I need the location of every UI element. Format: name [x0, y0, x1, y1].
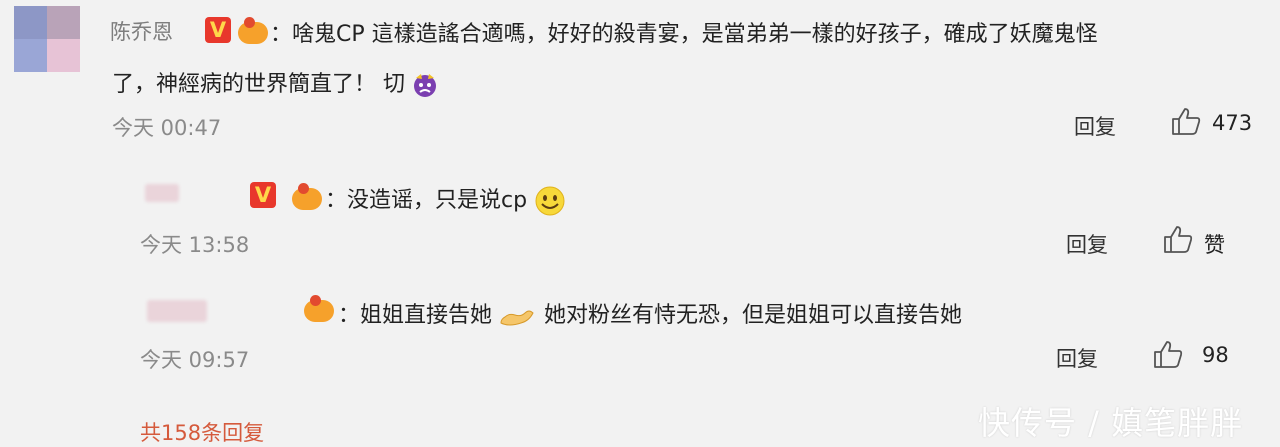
reply-button[interactable]: 回复	[1056, 343, 1098, 373]
avatar-tile	[47, 39, 80, 72]
reply-text-after: 她对粉丝有恃无恐，但是姐姐可以直接告她	[544, 303, 963, 328]
avatar-tile	[14, 39, 47, 72]
thumbs-up-icon[interactable]	[1162, 224, 1194, 254]
comment-text-continued: 了，神經病的世界簡直了！ 切	[112, 66, 438, 98]
verified-badge-icon: V	[205, 17, 231, 43]
like-count: 98	[1202, 343, 1229, 367]
like-count: 473	[1212, 111, 1253, 135]
username[interactable]: 陈乔恩	[110, 16, 173, 46]
reply-text: ：没造谣，只是说cp	[325, 182, 566, 217]
timestamp: 今天 09:57	[140, 348, 250, 372]
reply-text-before: ：姐姐直接告她	[338, 303, 493, 328]
flexed-arm-icon	[500, 310, 534, 326]
reply-text: ：姐姐直接告她 她对粉丝有恃无恐，但是姐姐可以直接告她	[338, 297, 962, 329]
fan-tag-icon	[238, 17, 268, 44]
timestamp: 今天 00:47	[112, 116, 222, 140]
thumbs-up-icon[interactable]	[1152, 339, 1184, 369]
reply-button[interactable]: 回复	[1066, 229, 1108, 259]
thumbs-up-icon[interactable]	[1170, 106, 1202, 136]
comment-text: ：啥鬼CP 這樣造謠合適嗎，好好的殺青宴，是當弟弟一樣的好孩子，確成了妖魔鬼怪	[270, 22, 1098, 47]
total-replies-link[interactable]: 共158条回复	[140, 417, 264, 447]
reply-button[interactable]: 回复	[1074, 111, 1116, 141]
blurred-username[interactable]	[145, 184, 179, 202]
fan-tag-icon	[292, 183, 322, 210]
timestamp: 今天 13:58	[140, 233, 250, 257]
avatar-tile	[47, 6, 80, 39]
like-label[interactable]: 赞	[1204, 229, 1225, 259]
fan-tag-icon	[304, 295, 334, 322]
verified-badge-icon: V	[250, 182, 276, 208]
comment-text-line2: 了，神經病的世界簡直了！ 切	[112, 72, 405, 97]
avatar-tile	[14, 6, 47, 39]
smiley-icon	[535, 186, 565, 216]
angry-face-icon	[414, 74, 436, 97]
blurred-username[interactable]	[147, 300, 207, 322]
watermark: 快传号 / 嫃笔胖胖	[978, 404, 1244, 442]
avatar[interactable]	[14, 6, 80, 72]
reply-text-content: ：没造谣，只是说cp	[325, 188, 528, 213]
